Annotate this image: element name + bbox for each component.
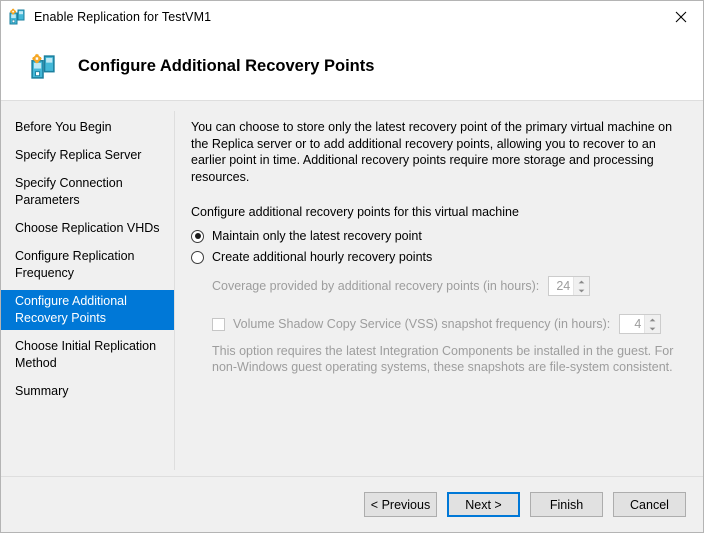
- vss-frequency-stepper[interactable]: 4: [619, 314, 661, 334]
- sidebar-item-summary[interactable]: Summary: [1, 380, 174, 403]
- finish-button[interactable]: Finish: [530, 492, 603, 517]
- radio-unselected-icon: [191, 251, 204, 264]
- sidebar-item-label: Specify Replica Server: [15, 148, 141, 162]
- configure-section-label: Configure additional recovery points for…: [191, 205, 693, 219]
- stepper-buttons: [573, 277, 589, 295]
- page-header: Configure Additional Recovery Points: [1, 33, 703, 101]
- vss-frequency-row: Volume Shadow Copy Service (VSS) snapsho…: [191, 314, 693, 334]
- previous-button[interactable]: < Previous: [364, 492, 437, 517]
- page-title: Configure Additional Recovery Points: [78, 57, 374, 76]
- coverage-hours-stepper[interactable]: 24: [548, 276, 590, 296]
- enable-replication-dialog: Enable Replication for TestVM1: [0, 0, 704, 533]
- radio-selected-icon: [191, 230, 204, 243]
- sidebar-item-label: Configure Replication Frequency: [15, 249, 135, 280]
- window-title: Enable Replication for TestVM1: [34, 10, 211, 24]
- button-label: Cancel: [630, 498, 669, 512]
- sidebar-item-specify-replica-server[interactable]: Specify Replica Server: [1, 144, 174, 167]
- chevron-up-icon[interactable]: [574, 277, 589, 286]
- dialog-body: Before You Begin Specify Replica Server …: [1, 101, 703, 476]
- close-icon[interactable]: [658, 1, 703, 32]
- checkbox-unchecked-icon[interactable]: [212, 318, 225, 331]
- cancel-button[interactable]: Cancel: [613, 492, 686, 517]
- radio-label: Maintain only the latest recovery point: [212, 229, 422, 243]
- stepper-buttons: [644, 315, 660, 333]
- sidebar-item-before-you-begin[interactable]: Before You Begin: [1, 116, 174, 139]
- intro-description: You can choose to store only the latest …: [191, 119, 691, 185]
- coverage-hours-value: 24: [549, 277, 573, 295]
- radio-label: Create additional hourly recovery points: [212, 250, 432, 264]
- sidebar-item-configure-additional-recovery-points[interactable]: Configure Additional Recovery Points: [1, 290, 174, 330]
- wizard-steps-sidebar: Before You Begin Specify Replica Server …: [1, 101, 174, 476]
- coverage-hours-label: Coverage provided by additional recovery…: [212, 279, 539, 293]
- vss-frequency-label: Volume Shadow Copy Service (VSS) snapsho…: [233, 317, 610, 331]
- vss-frequency-value: 4: [620, 315, 644, 333]
- title-bar: Enable Replication for TestVM1: [1, 1, 703, 33]
- sidebar-item-choose-initial-replication-method[interactable]: Choose Initial Replication Method: [1, 335, 174, 375]
- sidebar-item-label: Choose Replication VHDs: [15, 221, 160, 235]
- sidebar-item-label: Summary: [15, 384, 68, 398]
- vss-requirements-note: This option requires the latest Integrat…: [191, 343, 693, 375]
- replication-vm-icon: [8, 8, 26, 26]
- sidebar-item-label: Before You Begin: [15, 120, 112, 134]
- radio-create-additional-hourly-recovery-points[interactable]: Create additional hourly recovery points: [191, 250, 693, 264]
- button-label: Finish: [550, 498, 583, 512]
- chevron-down-icon[interactable]: [645, 324, 660, 333]
- content-panel: You can choose to store only the latest …: [175, 101, 703, 476]
- dialog-footer: < Previous Next > Finish Cancel: [1, 476, 703, 532]
- chevron-up-icon[interactable]: [645, 315, 660, 324]
- radio-maintain-latest-recovery-point[interactable]: Maintain only the latest recovery point: [191, 229, 693, 243]
- button-label: Next >: [465, 498, 501, 512]
- coverage-hours-row: Coverage provided by additional recovery…: [191, 276, 693, 296]
- button-label: < Previous: [371, 498, 430, 512]
- next-button[interactable]: Next >: [447, 492, 520, 517]
- chevron-down-icon[interactable]: [574, 286, 589, 295]
- sidebar-item-label: Configure Additional Recovery Points: [15, 294, 127, 325]
- sidebar-item-configure-replication-frequency[interactable]: Configure Replication Frequency: [1, 245, 174, 285]
- sidebar-item-specify-connection-parameters[interactable]: Specify Connection Parameters: [1, 172, 174, 212]
- sidebar-item-label: Choose Initial Replication Method: [15, 339, 156, 370]
- sidebar-item-label: Specify Connection Parameters: [15, 176, 123, 207]
- replication-vm-icon: [29, 53, 57, 81]
- sidebar-item-choose-replication-vhds[interactable]: Choose Replication VHDs: [1, 217, 174, 240]
